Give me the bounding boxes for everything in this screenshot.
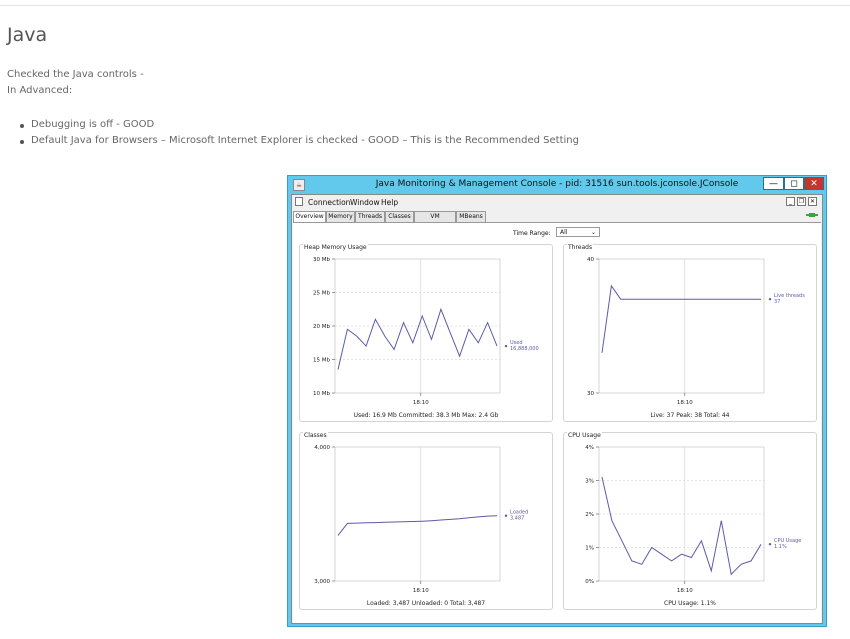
top-divider bbox=[0, 5, 850, 6]
y-tick-label: 30 bbox=[587, 391, 594, 397]
window-client-area: Connection Window Help _ ❐ ✕ Overview Me… bbox=[291, 194, 823, 624]
legend-marker bbox=[768, 298, 772, 301]
menu-window[interactable]: Window bbox=[350, 198, 380, 207]
y-tick-label: 30 Mb bbox=[313, 257, 330, 263]
tab-classes[interactable]: Classes bbox=[385, 211, 414, 222]
document-icon bbox=[295, 197, 303, 206]
inner-close-button[interactable]: ✕ bbox=[808, 197, 817, 206]
chart-summary: Used: 16.9 Mb Committed: 38.3 Mb Max: 2.… bbox=[353, 412, 499, 419]
tab-vm-summary[interactable]: VM Summary bbox=[414, 211, 456, 230]
jconsole-window: ☕ Java Monitoring & Management Console -… bbox=[287, 175, 827, 627]
y-tick-label: 40 bbox=[587, 257, 594, 263]
overview-panel: Time Range: All ⌄ Heap Memory Usage 30 M… bbox=[293, 222, 821, 623]
x-tick-label: 18:10 bbox=[413, 588, 429, 594]
y-tick-label: 4% bbox=[585, 445, 594, 451]
tab-mbeans[interactable]: MBeans bbox=[456, 211, 486, 222]
connection-plug-icon[interactable] bbox=[806, 211, 818, 219]
y-tick-label: 3,000 bbox=[314, 579, 330, 585]
chart-summary: CPU Usage: 1.1% bbox=[664, 600, 716, 607]
cpu-usage-chart-panel: CPU Usage 4% 3% 2% 1% 0% 18:10 CPU Usage 1.1% C… bbox=[563, 432, 817, 610]
y-tick-label: 20 Mb bbox=[313, 324, 330, 330]
tab-memory[interactable]: Memory bbox=[326, 211, 355, 222]
chevron-down-icon: ⌄ bbox=[590, 229, 596, 236]
inner-minimize-button[interactable]: _ bbox=[786, 197, 795, 206]
legend-marker bbox=[504, 514, 508, 517]
menu-help[interactable]: Help bbox=[381, 198, 398, 207]
menu-bar: Connection Window Help _ ❐ ✕ bbox=[292, 195, 822, 209]
legend-series-value: 3,487 bbox=[510, 516, 524, 522]
legend-marker bbox=[768, 542, 772, 546]
page-title: Java bbox=[7, 24, 48, 46]
plot-area bbox=[598, 258, 765, 394]
y-tick-label: 4,000 bbox=[314, 445, 330, 451]
heap-memory-chart: 30 Mb25 Mb20 Mb15 Mb10 Mb18:10Used16,888… bbox=[313, 257, 539, 406]
minimize-button[interactable]: — bbox=[763, 177, 784, 190]
classes-chart: 4,0003,00018:10Loaded3,487 bbox=[314, 445, 528, 594]
chart-summary: Loaded: 3,487 Unloaded: 0 Total: 3,487 bbox=[366, 600, 486, 607]
heap-memory-chart-panel: Heap Memory Usage 30 Mb 25 Mb 20 Mb 15 Mb 10… bbox=[299, 244, 553, 422]
tab-threads[interactable]: Threads bbox=[355, 211, 385, 222]
time-range-value: All bbox=[560, 229, 568, 236]
plot-area bbox=[334, 446, 501, 582]
y-tick-label: 10 Mb bbox=[313, 391, 330, 397]
time-range-select[interactable]: All ⌄ bbox=[556, 227, 600, 237]
menu-connection[interactable]: Connection bbox=[308, 198, 350, 207]
y-tick-label: 3% bbox=[585, 479, 594, 485]
intro-line-2: In Advanced: bbox=[7, 85, 73, 96]
maximize-button[interactable]: ◻ bbox=[784, 177, 804, 190]
y-tick-label: 1% bbox=[585, 546, 594, 552]
x-tick-label: 18:10 bbox=[413, 400, 429, 406]
threads-chart: 403018:10Live threads37 bbox=[587, 257, 805, 406]
legend-series-value: 37 bbox=[774, 299, 780, 305]
chart-summary: Live: 37 Peak: 38 Total: 44 bbox=[650, 412, 730, 419]
cpu-usage-chart: 4%3%2%1%0%18:10CPU Usage1.1% bbox=[585, 445, 801, 594]
x-tick-label: 18:10 bbox=[677, 588, 693, 594]
classes-chart-panel: Classes 4,000 3,000 18:10 Loaded 3,487 Loade… bbox=[299, 432, 553, 610]
y-tick-label: 15 Mb bbox=[313, 358, 330, 364]
window-title-bar[interactable]: ☕ Java Monitoring & Management Console -… bbox=[288, 176, 826, 194]
y-tick-label: 0% bbox=[585, 579, 594, 585]
findings-list: Debugging is off - GOOD Default Java for… bbox=[18, 117, 579, 149]
inner-restore-button[interactable]: ❐ bbox=[797, 197, 806, 206]
list-item: Default Java for Browsers – Microsoft In… bbox=[18, 133, 579, 149]
close-button[interactable]: ✕ bbox=[804, 177, 824, 190]
y-tick-label: 25 Mb bbox=[313, 291, 330, 297]
list-item: Debugging is off - GOOD bbox=[18, 117, 579, 133]
x-tick-label: 18:10 bbox=[677, 400, 693, 406]
window-title: Java Monitoring & Management Console - p… bbox=[375, 179, 739, 189]
time-range-label: Time Range: bbox=[513, 230, 551, 237]
legend-marker bbox=[504, 344, 508, 348]
y-tick-label: 2% bbox=[585, 512, 594, 518]
legend-series-value: 16,888,000 bbox=[510, 346, 539, 352]
threads-chart-panel: Threads 40 30 18:10 Live threads 37 Live: 37… bbox=[563, 244, 817, 422]
legend-series-value: 1.1% bbox=[774, 544, 787, 550]
intro-line-1: Checked the Java controls - bbox=[7, 69, 144, 80]
